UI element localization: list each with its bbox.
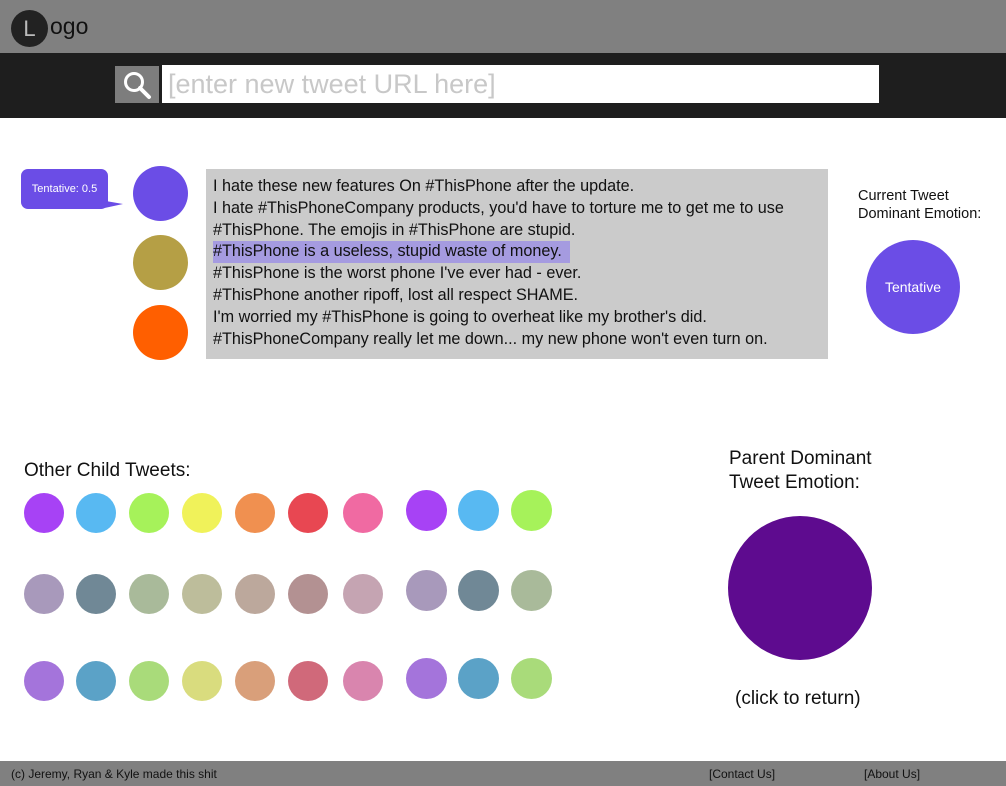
child-tweet-dot[interactable] bbox=[235, 661, 275, 701]
emotion-dot-orange[interactable] bbox=[133, 305, 188, 360]
emotion-dot-olive[interactable] bbox=[133, 235, 188, 290]
child-tweet-dot[interactable] bbox=[129, 574, 169, 614]
tooltip-tail bbox=[100, 200, 123, 209]
tweet-line-selected[interactable]: #ThisPhone is a useless, stupid waste of… bbox=[213, 241, 570, 264]
child-tweet-dot[interactable] bbox=[406, 490, 447, 531]
footer-credit: (c) Jeremy, Ryan & Kyle made this shit bbox=[11, 767, 217, 781]
child-tweet-dot[interactable] bbox=[24, 574, 64, 614]
tweet-line[interactable]: #ThisPhone. The emojis in #ThisPhone are… bbox=[213, 220, 828, 242]
child-tweet-dot[interactable] bbox=[343, 574, 383, 614]
emotion-dot-tentative[interactable] bbox=[133, 166, 188, 221]
child-tweet-dot[interactable] bbox=[511, 490, 552, 531]
tweet-line[interactable]: I hate these new features On #ThisPhone … bbox=[213, 176, 828, 198]
child-tweet-dot[interactable] bbox=[24, 493, 64, 533]
child-tweet-dot[interactable] bbox=[76, 574, 116, 614]
child-tweet-dot[interactable] bbox=[182, 493, 222, 533]
tweet-line[interactable]: #ThisPhoneCompany really let me down... … bbox=[213, 329, 828, 351]
parent-emotion-circle[interactable] bbox=[728, 516, 872, 660]
parent-emotion-label-line2: Tweet Emotion: bbox=[729, 472, 860, 493]
child-tweet-dot[interactable] bbox=[288, 574, 328, 614]
tweet-line[interactable]: #ThisPhone another ripoff, lost all resp… bbox=[213, 285, 828, 307]
about-link[interactable]: [About Us] bbox=[864, 767, 920, 781]
child-tweet-dot[interactable] bbox=[288, 493, 328, 533]
logo-text: ogo bbox=[50, 13, 89, 39]
current-emotion-circle: Tentative bbox=[866, 240, 960, 334]
footer: (c) Jeremy, Ryan & Kyle made this shit [… bbox=[0, 761, 1006, 786]
child-tweet-dot[interactable] bbox=[406, 570, 447, 611]
child-tweet-dot[interactable] bbox=[343, 661, 383, 701]
current-emotion-label: Current Tweet Dominant Emotion: bbox=[858, 187, 981, 223]
child-tweet-dot[interactable] bbox=[182, 574, 222, 614]
current-emotion-label-line1: Current Tweet bbox=[858, 188, 949, 204]
child-tweet-dot[interactable] bbox=[288, 661, 328, 701]
top-bar: L ogo bbox=[0, 0, 1006, 53]
child-tweet-dot[interactable] bbox=[182, 661, 222, 701]
return-link[interactable]: (click to return) bbox=[735, 688, 861, 710]
emotion-tooltip: Tentative: 0.5 bbox=[21, 169, 108, 209]
child-tweet-dot[interactable] bbox=[511, 658, 552, 699]
child-tweet-dot[interactable] bbox=[458, 570, 499, 611]
logo[interactable]: L bbox=[11, 10, 48, 47]
search-button[interactable] bbox=[115, 66, 159, 103]
child-tweet-dot[interactable] bbox=[76, 661, 116, 701]
child-tweet-dot[interactable] bbox=[76, 493, 116, 533]
child-tweet-dot[interactable] bbox=[24, 661, 64, 701]
current-emotion-label-line2: Dominant Emotion: bbox=[858, 206, 982, 222]
search-icon bbox=[124, 71, 151, 99]
parent-emotion-label: Parent Dominant Tweet Emotion: bbox=[729, 447, 872, 495]
child-tweet-dot[interactable] bbox=[235, 493, 275, 533]
tweet-list: I hate these new features On #ThisPhone … bbox=[206, 169, 828, 359]
tweet-line[interactable]: I hate #ThisPhoneCompany products, you'd… bbox=[213, 198, 828, 220]
child-tweet-dot[interactable] bbox=[406, 658, 447, 699]
child-tweet-dot[interactable] bbox=[129, 661, 169, 701]
child-tweet-dot[interactable] bbox=[235, 574, 275, 614]
contact-link[interactable]: [Contact Us] bbox=[709, 767, 775, 781]
child-tweet-dot[interactable] bbox=[458, 490, 499, 531]
child-tweet-dot[interactable] bbox=[511, 570, 552, 611]
logo-initial: L bbox=[23, 16, 36, 41]
parent-emotion-label-line1: Parent Dominant bbox=[729, 448, 872, 469]
child-tweet-dot[interactable] bbox=[129, 493, 169, 533]
child-tweet-dot[interactable] bbox=[343, 493, 383, 533]
tweet-line[interactable]: I'm worried my #ThisPhone is going to ov… bbox=[213, 307, 828, 329]
other-child-tweets-label: Other Child Tweets: bbox=[24, 460, 191, 481]
tweet-url-input[interactable] bbox=[162, 65, 879, 103]
tweet-line[interactable]: #ThisPhone is the worst phone I've ever … bbox=[213, 263, 828, 285]
child-tweet-dot[interactable] bbox=[458, 658, 499, 699]
